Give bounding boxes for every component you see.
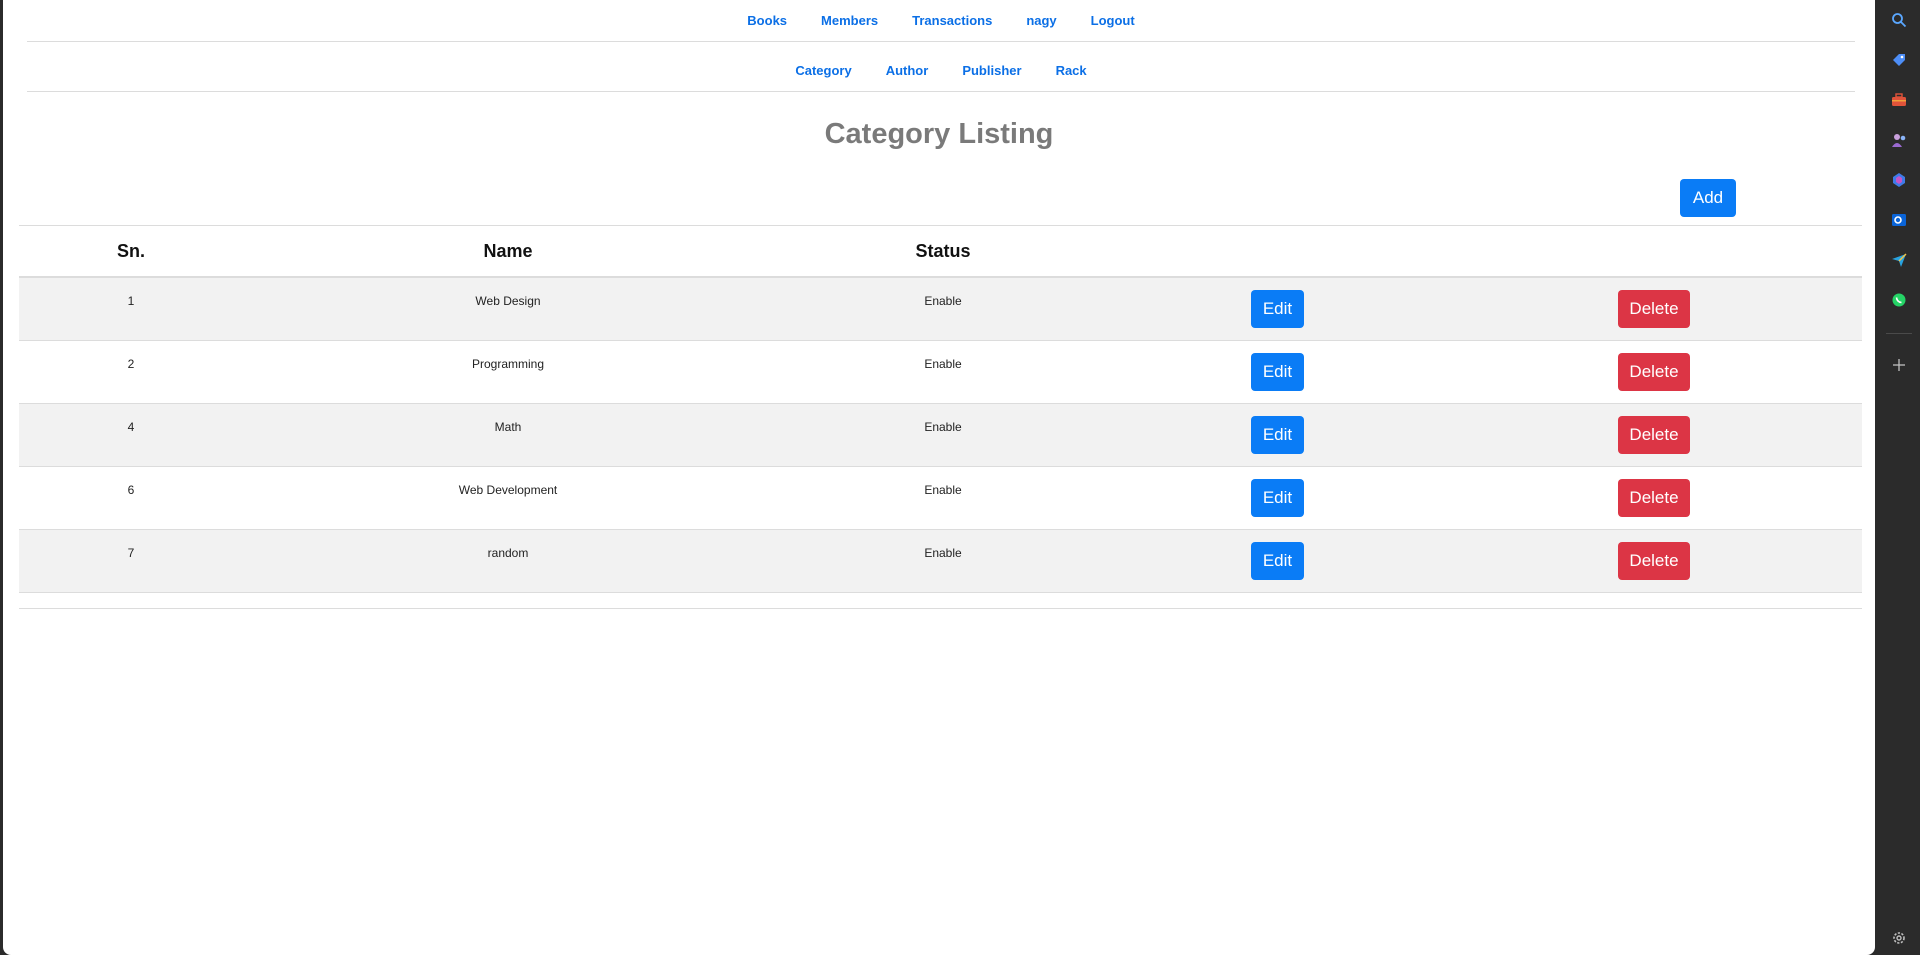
table-row: 1 Web Design Enable Edit Delete bbox=[19, 278, 1862, 341]
nav-rack-link[interactable]: Rack bbox=[1056, 63, 1087, 78]
nav-transactions-link[interactable]: Transactions bbox=[912, 13, 992, 28]
divider bbox=[19, 608, 1862, 609]
tag-icon[interactable] bbox=[1889, 50, 1909, 70]
toolbox-icon[interactable] bbox=[1889, 90, 1909, 110]
send-icon[interactable] bbox=[1889, 250, 1909, 270]
edit-button[interactable]: Edit bbox=[1251, 290, 1304, 328]
nav-members-link[interactable]: Members bbox=[821, 13, 878, 28]
delete-button[interactable]: Delete bbox=[1618, 416, 1690, 454]
main-nav: Books Members Transactions nagy Logout bbox=[27, 0, 1855, 42]
row-status: Enable bbox=[924, 546, 962, 560]
search-icon[interactable] bbox=[1889, 10, 1909, 30]
header-status: Status bbox=[915, 241, 971, 261]
header-sn: Sn. bbox=[116, 241, 146, 261]
edit-button[interactable]: Edit bbox=[1251, 416, 1304, 454]
delete-button[interactable]: Delete bbox=[1618, 542, 1690, 580]
row-sn: 2 bbox=[127, 357, 135, 371]
sidebar-divider bbox=[1886, 333, 1912, 334]
table-row: 4 Math Enable Edit Delete bbox=[19, 404, 1862, 467]
edit-button[interactable]: Edit bbox=[1251, 353, 1304, 391]
row-name: Web Development bbox=[458, 483, 558, 497]
nav-books-link[interactable]: Books bbox=[747, 13, 787, 28]
row-sn: 1 bbox=[127, 294, 135, 308]
settings-icon[interactable] bbox=[1889, 928, 1909, 948]
add-button[interactable]: Add bbox=[1680, 179, 1736, 217]
delete-button[interactable]: Delete bbox=[1618, 353, 1690, 391]
category-table: Sn. Name Status 1 Web Design Enable Edit… bbox=[19, 225, 1862, 593]
row-status: Enable bbox=[924, 420, 962, 434]
sub-nav: Category Author Publisher Rack bbox=[27, 50, 1855, 92]
row-name: Math bbox=[494, 420, 522, 434]
header-name: Name bbox=[483, 241, 533, 261]
row-status: Enable bbox=[924, 357, 962, 371]
row-sn: 7 bbox=[127, 546, 135, 560]
row-sn: 6 bbox=[127, 483, 135, 497]
add-icon[interactable] bbox=[1889, 355, 1909, 375]
nav-logout-link[interactable]: Logout bbox=[1091, 13, 1135, 28]
page-title: Category Listing bbox=[824, 118, 1054, 150]
whatsapp-icon[interactable] bbox=[1889, 290, 1909, 310]
nav-author-link[interactable]: Author bbox=[886, 63, 929, 78]
nav-user-link[interactable]: nagy bbox=[1026, 13, 1056, 28]
row-status: Enable bbox=[924, 483, 962, 497]
row-name: random bbox=[487, 546, 529, 560]
table-header: Sn. Name Status bbox=[19, 225, 1862, 278]
row-name: Programming bbox=[471, 357, 545, 371]
people-icon[interactable] bbox=[1889, 130, 1909, 150]
delete-button[interactable]: Delete bbox=[1618, 290, 1690, 328]
row-sn: 4 bbox=[127, 420, 135, 434]
copilot-icon[interactable] bbox=[1889, 170, 1909, 190]
outlook-icon[interactable] bbox=[1889, 210, 1909, 230]
table-row: 7 random Enable Edit Delete bbox=[19, 530, 1862, 593]
row-name: Web Design bbox=[475, 294, 541, 308]
nav-publisher-link[interactable]: Publisher bbox=[962, 63, 1021, 78]
page: Books Members Transactions nagy Logout C… bbox=[3, 0, 1875, 955]
row-status: Enable bbox=[924, 294, 962, 308]
table-row: 6 Web Development Enable Edit Delete bbox=[19, 467, 1862, 530]
edge-sidebar bbox=[1878, 0, 1920, 955]
table-row: 2 Programming Enable Edit Delete bbox=[19, 341, 1862, 404]
delete-button[interactable]: Delete bbox=[1618, 479, 1690, 517]
edit-button[interactable]: Edit bbox=[1251, 542, 1304, 580]
edit-button[interactable]: Edit bbox=[1251, 479, 1304, 517]
nav-category-link[interactable]: Category bbox=[795, 63, 851, 78]
